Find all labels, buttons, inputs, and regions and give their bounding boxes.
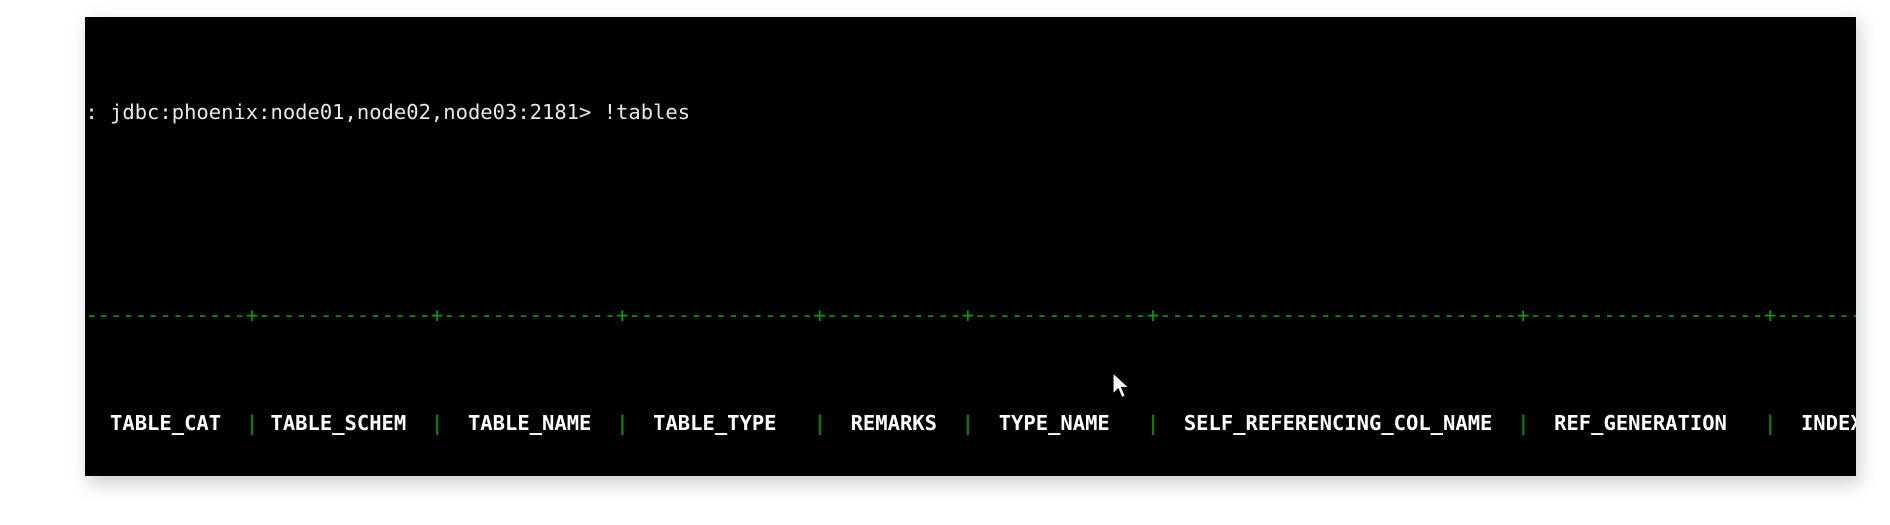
column-divider: |	[1146, 411, 1160, 435]
column-header-table_name: TABLE_NAME	[443, 411, 617, 435]
column-divider: |	[1517, 411, 1530, 435]
column-header-index_st: INDEX_ST	[1800, 411, 1856, 435]
column-header-table_schem: TABLE_SCHEM	[258, 411, 431, 435]
column-divider: |	[1763, 411, 1777, 435]
spacer-after-prompt	[85, 210, 1856, 221]
table-header-row: | TABLE_CAT | TABLE_SCHEM | TABLE_NAME |…	[85, 410, 1856, 437]
column-header-self_referencing_col_name: SELF_REFERENCING_COL_NAME	[1159, 411, 1518, 435]
column-divider: |	[430, 411, 444, 435]
column-header-ref_generation: REF_GENERATION	[1529, 411, 1764, 435]
terminal-content: 0: jdbc:phoenix:node01,node02,node03:218…	[85, 17, 1856, 476]
column-header-remarks: REMARKS	[825, 411, 962, 435]
column-divider: |	[245, 411, 259, 435]
column-divider: |	[813, 411, 826, 435]
screenshot-root: 0: jdbc:phoenix:node01,node02,node03:218…	[0, 0, 1890, 525]
column-header-table_cat: TABLE_CAT	[85, 411, 246, 435]
column-divider: |	[961, 411, 975, 435]
table-separator-top: +-------------+--------------+----------…	[85, 303, 1856, 327]
column-divider: |	[616, 411, 629, 435]
terminal-window[interactable]: 0: jdbc:phoenix:node01,node02,node03:218…	[85, 17, 1856, 476]
prompt-line: 0: jdbc:phoenix:node01,node02,node03:218…	[85, 100, 691, 124]
column-header-table_type: TABLE_TYPE	[628, 411, 814, 435]
column-header-type_name: TYPE_NAME	[974, 411, 1147, 435]
